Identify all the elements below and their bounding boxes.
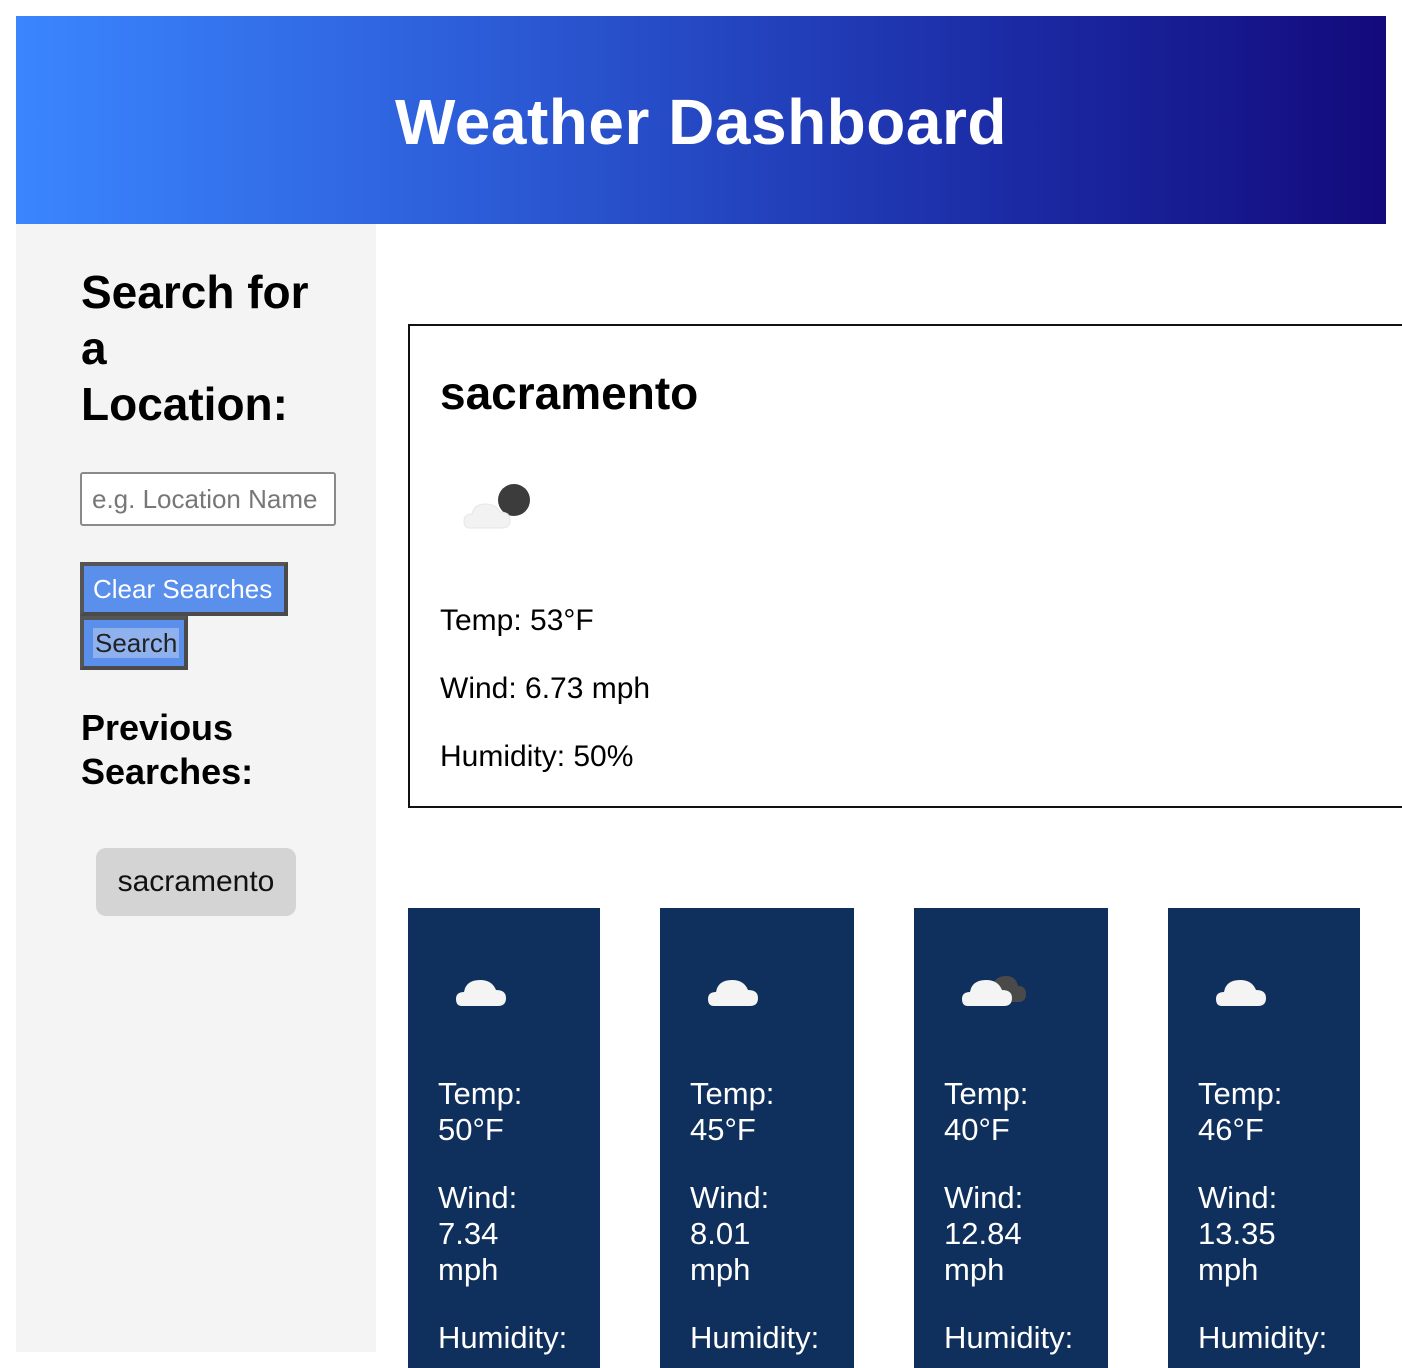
- current-humidity: Humidity: 50%: [440, 740, 634, 773]
- forecast-temp: Temp: 50°F: [438, 1076, 523, 1147]
- cloud-icon: [456, 980, 506, 1006]
- current-temp: Temp: 53°F: [440, 604, 594, 637]
- current-wind: Wind: 6.73 mph: [440, 672, 651, 705]
- forecast-temp: Temp: 46°F: [1198, 1076, 1283, 1147]
- previous-search-item[interactable]: sacramento: [96, 848, 296, 916]
- search-title: Search for a Location:: [81, 266, 309, 430]
- forecast-card: Temp: 45°F Wind: 8.01 mph Humidity:: [660, 908, 854, 1368]
- page-title: Weather Dashboard: [395, 86, 1007, 158]
- forecast-wind: Wind: 12.84 mph: [944, 1180, 1024, 1287]
- cloud-icon: [708, 980, 758, 1006]
- page-header: Weather Dashboard: [16, 16, 1386, 224]
- clear-searches-button[interactable]: Clear Searches: [80, 562, 288, 616]
- forecast-wind: Wind: 13.35 mph: [1198, 1180, 1278, 1287]
- previous-searches-title: Previous Searches:: [81, 707, 254, 792]
- search-input[interactable]: [80, 472, 336, 526]
- search-button[interactable]: Search: [80, 616, 188, 670]
- forecast-wind: Wind: 8.01 mph: [690, 1180, 770, 1287]
- forecast-card: Temp: 40°F Wind: 12.84 mph Humidity:: [914, 908, 1108, 1368]
- forecast-temp: Temp: 40°F: [944, 1076, 1029, 1147]
- forecast-temp: Temp: 45°F: [690, 1076, 775, 1147]
- cloud-night-icon: [463, 484, 530, 529]
- forecast-humidity: Humidity:: [438, 1320, 568, 1355]
- forecast-humidity: Humidity:: [690, 1320, 820, 1355]
- current-weather-card: sacramento Temp: 53°F Wind: 6.73 mph Hum…: [408, 324, 1402, 808]
- current-city: sacramento: [440, 367, 699, 419]
- forecast-card: Temp: 50°F Wind: 7.34 mph Humidity:: [408, 908, 600, 1368]
- forecast-humidity: Humidity:: [1198, 1320, 1328, 1355]
- forecast-wind: Wind: 7.34 mph: [438, 1180, 518, 1287]
- cloud-dark-icon: [962, 976, 1026, 1006]
- cloud-icon: [1216, 980, 1266, 1006]
- search-button-label: Search: [93, 627, 180, 658]
- forecast-humidity: Humidity:: [944, 1320, 1074, 1355]
- sidebar: Search for a Location: Clear Searches Se…: [16, 224, 376, 1352]
- forecast-card: Temp: 46°F Wind: 13.35 mph Humidity:: [1168, 908, 1360, 1368]
